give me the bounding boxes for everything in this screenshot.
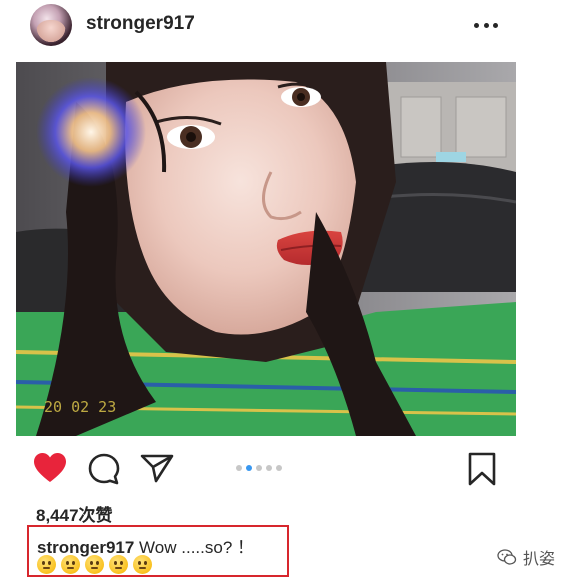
emoji-row: [37, 555, 152, 574]
neutral-face-emoji-icon: [85, 555, 104, 574]
heart-icon[interactable]: [33, 452, 67, 484]
watermark-text: 扒姿: [523, 551, 556, 568]
share-icon[interactable]: [140, 452, 174, 484]
post-username[interactable]: stronger917: [86, 13, 195, 35]
carousel-dot: [276, 465, 282, 471]
carousel-dot: [256, 465, 262, 471]
likes-count[interactable]: 8,447次赞: [36, 501, 113, 526]
post-photo[interactable]: 20 02 23: [16, 62, 516, 436]
instagram-post: stronger917 20 02 23 8,447次赞 stronger917…: [0, 0, 573, 580]
carousel-dot: [266, 465, 272, 471]
photo-date-stamp: 20 02 23: [44, 398, 116, 416]
carousel-dot-active: [246, 465, 252, 471]
more-options-icon[interactable]: [474, 21, 498, 29]
carousel-dot: [236, 465, 242, 471]
caption-highlight-box: stronger917 Wow .....so? ！: [27, 525, 289, 577]
carousel-indicator: [236, 465, 282, 471]
bookmark-icon[interactable]: [467, 452, 497, 486]
neutral-face-emoji-icon: [37, 555, 56, 574]
avatar[interactable]: [30, 4, 72, 46]
neutral-face-emoji-icon: [61, 555, 80, 574]
wechat-icon: [497, 549, 517, 565]
caption-text: Wow .....so? ！: [134, 538, 254, 557]
neutral-face-emoji-icon: [109, 555, 128, 574]
neutral-face-emoji-icon: [133, 555, 152, 574]
watermark: 扒姿: [497, 545, 555, 569]
comment-icon[interactable]: [88, 453, 120, 485]
